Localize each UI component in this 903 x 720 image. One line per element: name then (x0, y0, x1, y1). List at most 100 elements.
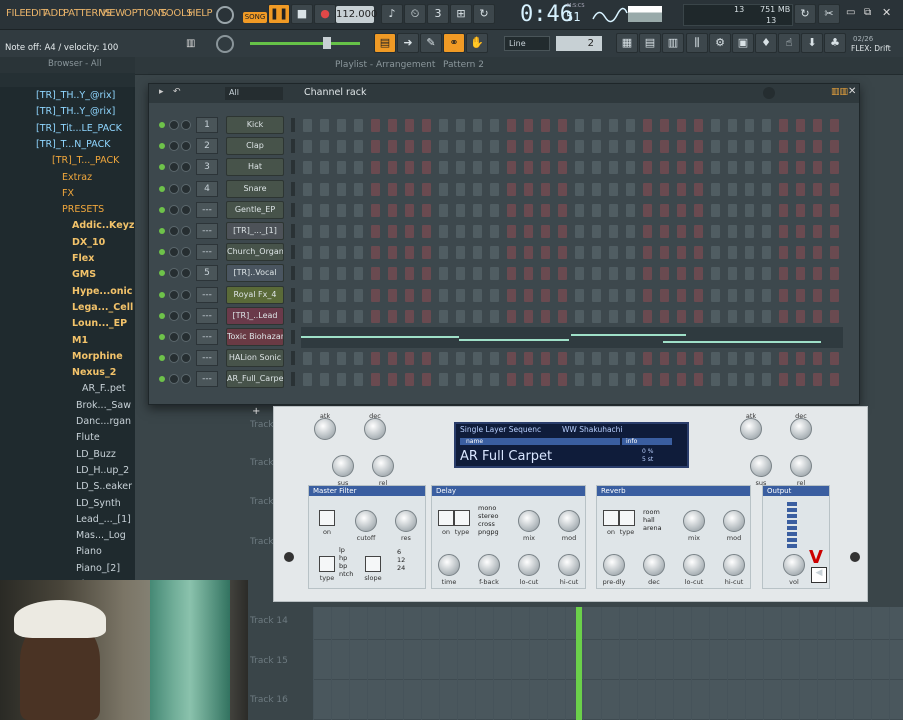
step-button[interactable] (354, 140, 363, 154)
refresh-icon[interactable]: ↻ (794, 4, 816, 24)
step-button[interactable] (694, 267, 703, 281)
step-button[interactable] (439, 182, 448, 196)
link-icon[interactable]: ⚭ (443, 33, 465, 53)
step-button[interactable] (524, 182, 533, 196)
step-button[interactable] (558, 246, 567, 260)
step-button[interactable] (354, 309, 363, 323)
step-button[interactable] (643, 225, 652, 238)
step-button[interactable] (439, 203, 448, 217)
step-button[interactable] (711, 267, 720, 281)
step-button[interactable] (677, 373, 686, 387)
channel-mixer-track[interactable]: --- (196, 244, 218, 261)
master-pitch-knob[interactable] (216, 35, 234, 53)
step-button[interactable] (558, 225, 567, 238)
step-button[interactable] (303, 140, 312, 154)
step-button[interactable] (354, 288, 363, 302)
arrow-icon[interactable]: ➜ (397, 33, 419, 53)
rack-filter-select[interactable]: All (225, 87, 283, 100)
metronome-icon[interactable]: ♪ (381, 4, 403, 24)
playlist-grid[interactable] (313, 607, 903, 720)
step-button[interactable] (354, 182, 363, 196)
step-button[interactable] (592, 119, 601, 132)
step-button[interactable] (711, 309, 720, 323)
browser-item[interactable]: LD_H..up_2 (76, 465, 129, 476)
master-volume-knob[interactable] (216, 6, 234, 24)
env-knob[interactable] (790, 418, 812, 440)
channel-select-bar[interactable] (291, 118, 295, 132)
channel-note-preview[interactable] (301, 327, 843, 348)
channel-select-bar[interactable] (291, 139, 295, 154)
typing-keyboard-icon[interactable]: ▤ (374, 33, 396, 53)
step-button[interactable] (388, 203, 397, 217)
slope-option-label[interactable]: 12 (397, 556, 405, 564)
step-button[interactable] (728, 373, 737, 387)
step-button[interactable] (507, 140, 516, 154)
channel-select-bar[interactable] (291, 266, 295, 281)
step-button[interactable] (405, 225, 414, 238)
step-button[interactable] (405, 119, 414, 132)
step-button[interactable] (439, 225, 448, 238)
step-button[interactable] (337, 288, 346, 302)
step-button[interactable] (796, 246, 805, 260)
step-button[interactable] (830, 140, 839, 154)
synth-knob[interactable] (438, 554, 460, 576)
step-button[interactable] (371, 246, 380, 260)
channel-mixer-track[interactable]: 4 (196, 180, 218, 197)
step-button[interactable] (745, 161, 754, 175)
step-button[interactable] (439, 309, 448, 323)
step-button[interactable] (694, 373, 703, 387)
step-button[interactable] (473, 203, 482, 217)
channel-mixer-track[interactable]: 1 (196, 117, 218, 133)
step-button[interactable] (320, 373, 329, 387)
synth-option-label[interactable]: bp (339, 562, 347, 570)
channel-volume-knob[interactable] (181, 310, 191, 321)
step-button[interactable] (456, 203, 465, 217)
channel-pan-knob[interactable] (169, 183, 179, 194)
env-knob[interactable] (740, 418, 762, 440)
online-icon[interactable]: ✂ (818, 4, 840, 24)
env-knob[interactable] (332, 455, 354, 477)
synth-option-label[interactable]: hp (339, 554, 347, 562)
step-button[interactable] (439, 140, 448, 154)
channel-pan-knob[interactable] (169, 353, 179, 364)
step-button[interactable] (405, 246, 414, 260)
step-button[interactable] (677, 246, 686, 260)
step-button[interactable] (558, 140, 567, 154)
channel-rack-icon[interactable]: ▥ (662, 33, 684, 53)
step-button[interactable] (388, 161, 397, 175)
display-name-tab[interactable]: name (460, 438, 620, 445)
step-button[interactable] (558, 203, 567, 217)
synth-knob[interactable] (683, 510, 705, 532)
step-button[interactable] (473, 309, 482, 323)
channel-mixer-track[interactable]: --- (196, 350, 218, 367)
step-button[interactable] (371, 140, 380, 154)
step-button[interactable] (371, 119, 380, 132)
step-button[interactable] (830, 267, 839, 281)
step-button[interactable] (354, 352, 363, 366)
step-button[interactable] (643, 203, 652, 217)
step-button[interactable] (371, 161, 380, 175)
master-volume-slider[interactable] (250, 42, 360, 45)
step-button[interactable] (473, 140, 482, 154)
synth-toggle-button[interactable] (438, 510, 454, 526)
step-button[interactable] (303, 161, 312, 175)
step-button[interactable] (813, 119, 822, 132)
step-button[interactable] (711, 140, 720, 154)
step-button[interactable] (490, 119, 499, 132)
step-button[interactable] (337, 119, 346, 132)
step-button[interactable] (320, 246, 329, 260)
step-button[interactable] (677, 225, 686, 238)
step-button[interactable] (762, 373, 771, 387)
step-button[interactable] (337, 373, 346, 387)
channel-name-button[interactable]: Church_Organ (226, 243, 284, 262)
step-button[interactable] (405, 267, 414, 281)
channel-led[interactable] (159, 164, 165, 171)
step-button[interactable] (354, 119, 363, 132)
browser-item[interactable]: [TR]_Tit...LE_PACK (36, 123, 122, 134)
step-button[interactable] (337, 140, 346, 154)
step-button[interactable] (354, 161, 363, 175)
step-button[interactable] (541, 119, 550, 132)
step-button[interactable] (626, 182, 635, 196)
step-button[interactable] (354, 267, 363, 281)
channel-volume-knob[interactable] (181, 374, 191, 385)
